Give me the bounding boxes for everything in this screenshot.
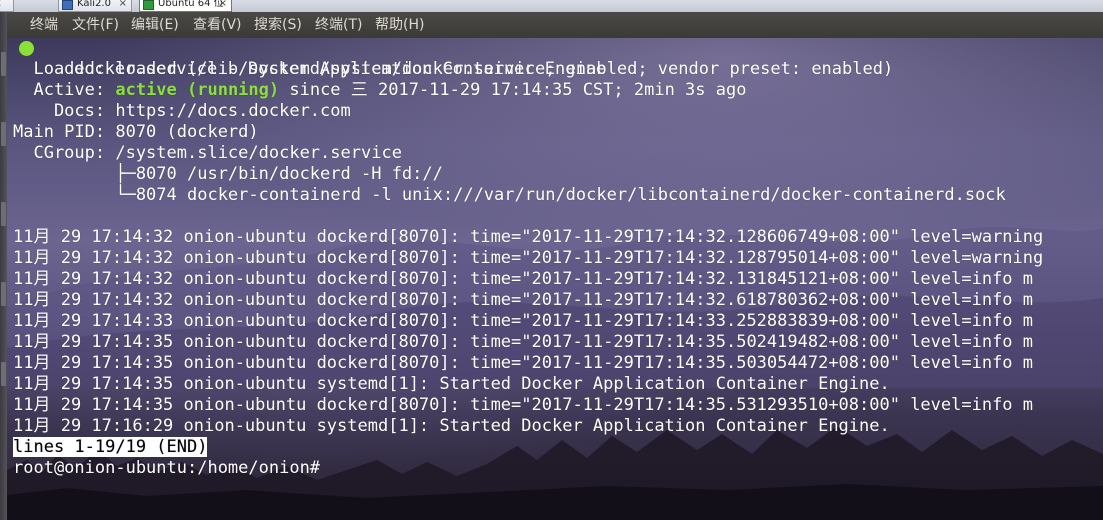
- menu-edit[interactable]: 编辑(E): [131, 12, 179, 38]
- active-since: since 三 2017-11-29 17:14:35 CST; 2min 3s…: [279, 80, 747, 100]
- journal-log-line: 11月 29 17:14:33 onion-ubuntu dockerd[807…: [13, 311, 1034, 331]
- menu-app-terminal[interactable]: 终端: [30, 12, 58, 38]
- cgroup-line: CGroup: /system.slice/docker.service: [13, 143, 402, 163]
- pager-status-line: lines 1-19/19 (END): [13, 437, 208, 458]
- vm-tab-strip: x Kali2.0 × Ubuntu 64 位 ×: [0, 0, 1103, 12]
- tab-label: Ubuntu 64 位: [158, 0, 224, 9]
- menu-view[interactable]: 查看(V): [193, 12, 242, 38]
- cgroup-child-line: ├─8070 /usr/bin/dockerd -H fd://: [13, 164, 443, 184]
- tab-label: Kali2.0: [77, 0, 111, 9]
- active-line: Active: active (running) since 三 2017-11…: [13, 80, 746, 101]
- vm-icon: [143, 0, 154, 10]
- launcher-icon[interactable]: [1, 362, 6, 386]
- cgroup-child-line: └─8074 docker-containerd -l unix:///var/…: [13, 185, 1006, 205]
- main-pid-line: Main PID: 8070 (dockerd): [13, 122, 259, 142]
- shell-prompt[interactable]: root@onion-ubuntu:/home/onion#: [13, 458, 320, 479]
- launcher-icon[interactable]: [1, 122, 6, 146]
- journal-log-line: 11月 29 17:14:32 onion-ubuntu dockerd[807…: [13, 269, 1034, 289]
- menu-terminal[interactable]: 终端(T): [315, 12, 362, 38]
- service-header-line: docker.service - Docker Application Cont…: [13, 38, 606, 79]
- journal-log-line: 11月 29 17:14:35 onion-ubuntu dockerd[807…: [13, 353, 1034, 373]
- journal-log-line: 11月 29 17:14:35 onion-ubuntu systemd[1]:…: [13, 374, 890, 394]
- desktop-launcher-edge: [0, 12, 7, 520]
- pager-status: lines 1-19/19 (END): [13, 437, 208, 457]
- tab-label: x: [0, 0, 1, 9]
- active-label: Active:: [13, 80, 116, 100]
- menu-file[interactable]: 文件(F): [72, 12, 119, 38]
- status-dot-icon: [19, 41, 34, 56]
- terminal-menubar: 终端 文件(F) 编辑(E) 查看(V) 搜索(S) 终端(T) 帮助(H): [0, 12, 1103, 38]
- docs-line: Docs: https://docs.docker.com: [13, 101, 351, 121]
- terminal-output[interactable]: docker.service - Docker Application Cont…: [7, 38, 1103, 520]
- tab-previous-vm[interactable]: x: [0, 0, 14, 12]
- launcher-icon[interactable]: [1, 52, 6, 76]
- tab-ubuntu-vm[interactable]: Ubuntu 64 位 ×: [139, 0, 232, 12]
- journal-log-line: 11月 29 17:14:35 onion-ubuntu dockerd[807…: [13, 332, 1034, 352]
- journal-log-line: 11月 29 17:14:32 onion-ubuntu dockerd[807…: [13, 248, 1044, 268]
- tab-kali-vm[interactable]: Kali2.0 ×: [58, 0, 132, 12]
- vm-icon: [62, 0, 73, 10]
- journal-log-line: 11月 29 17:16:29 onion-ubuntu systemd[1]:…: [13, 416, 890, 436]
- menu-search[interactable]: 搜索(S): [254, 12, 302, 38]
- launcher-icon[interactable]: [1, 202, 6, 226]
- journal-log-line: 11月 29 17:14:32 onion-ubuntu dockerd[807…: [13, 227, 1044, 247]
- close-icon[interactable]: ×: [219, 0, 227, 11]
- active-state: active (running): [115, 80, 280, 100]
- menu-help[interactable]: 帮助(H): [375, 12, 424, 38]
- journal-log-line: 11月 29 17:14:35 onion-ubuntu dockerd[807…: [13, 395, 1034, 415]
- loaded-line: Loaded: loaded (/lib/systemd/system/dock…: [13, 59, 894, 79]
- close-icon[interactable]: ×: [119, 0, 127, 11]
- journal-log-line: 11月 29 17:14:32 onion-ubuntu dockerd[807…: [13, 290, 1034, 310]
- launcher-icon[interactable]: [1, 282, 6, 306]
